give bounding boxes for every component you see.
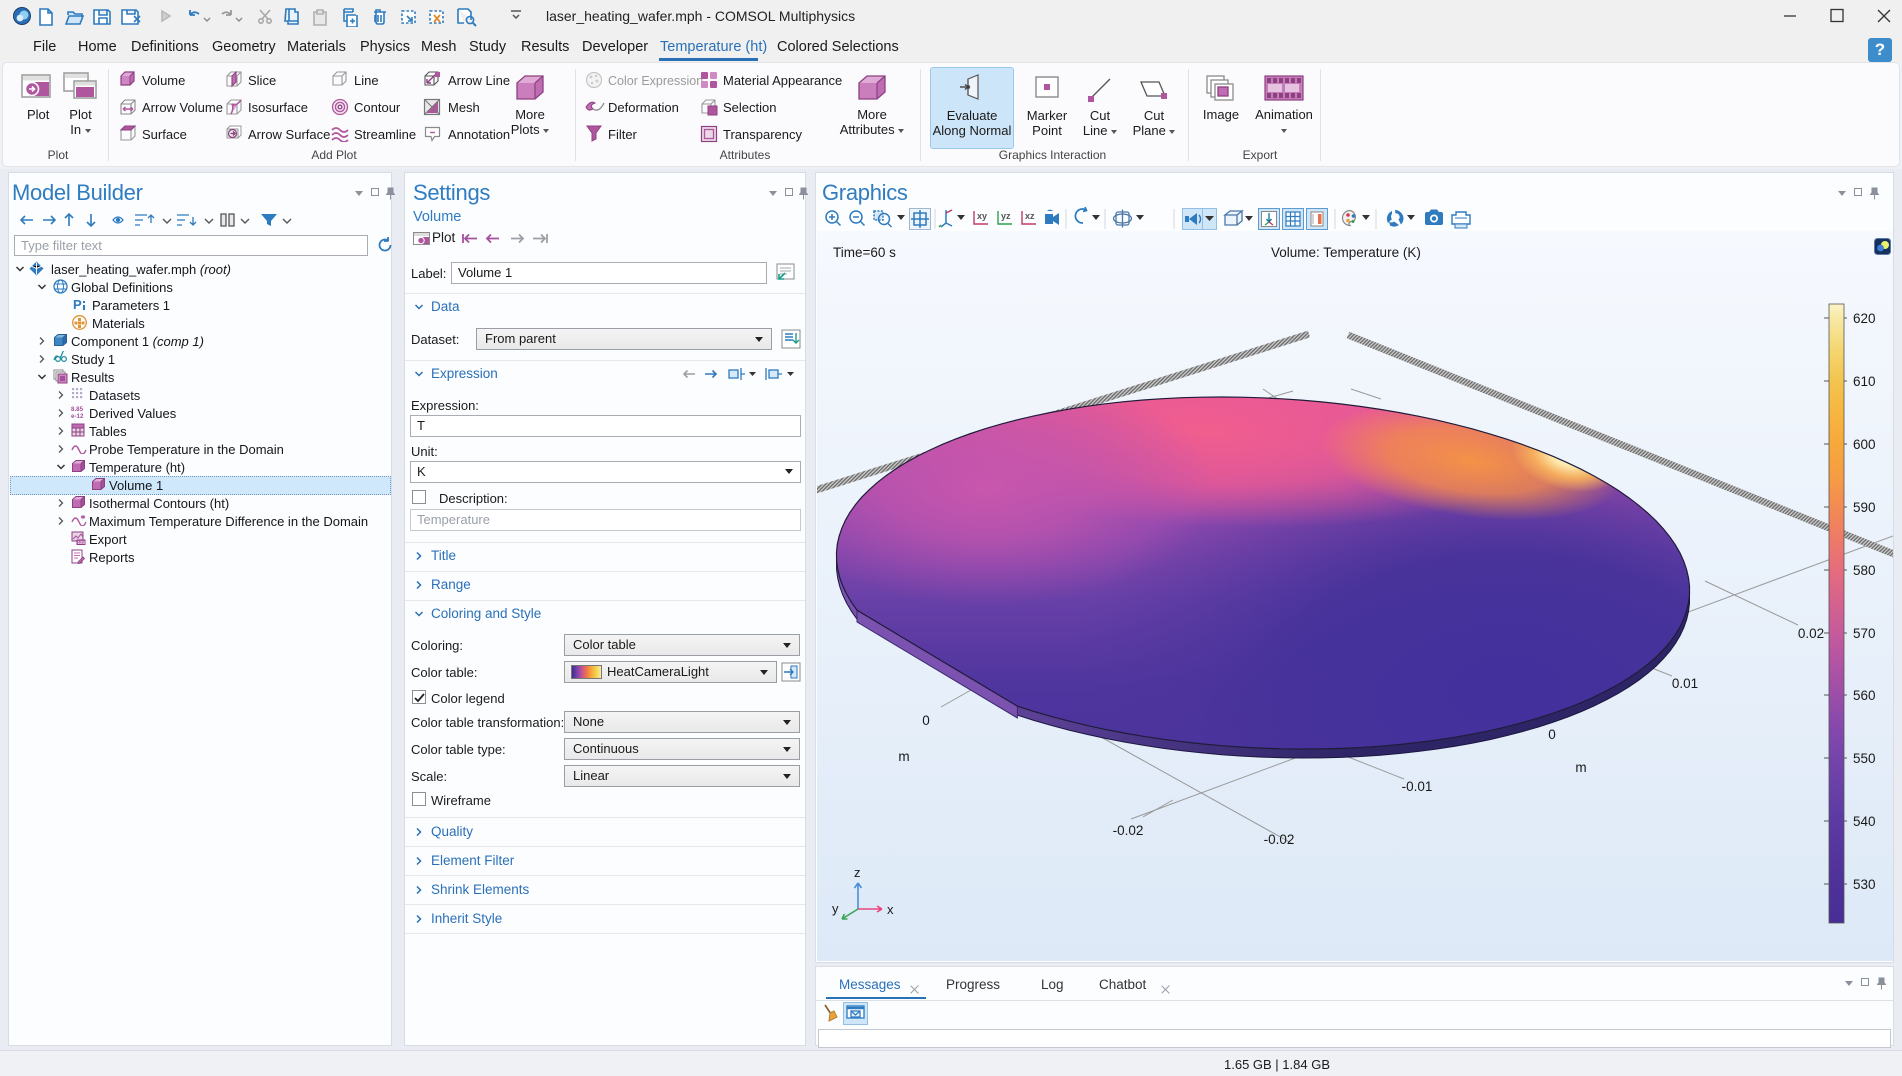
svg-text:123: 123 — [78, 540, 86, 545]
svg-text:0: 0 — [1548, 727, 1556, 742]
svg-text:e-12: e-12 — [71, 413, 84, 419]
svg-text:-0.01: -0.01 — [1402, 779, 1433, 794]
svg-text:z: z — [854, 865, 861, 880]
svg-text:530: 530 — [1853, 877, 1876, 892]
svg-text:0.02: 0.02 — [1798, 626, 1824, 641]
svg-text:0.01: 0.01 — [1672, 676, 1698, 691]
svg-text:540: 540 — [1853, 814, 1876, 829]
svg-text:yz: yz — [1001, 211, 1011, 221]
svg-text:600: 600 — [1853, 437, 1876, 452]
svg-text:560: 560 — [1853, 688, 1876, 703]
svg-text:y: y — [832, 901, 839, 916]
svg-text:620: 620 — [1853, 311, 1876, 326]
svg-text:P: P — [73, 297, 82, 312]
svg-text:-0.02: -0.02 — [1113, 823, 1144, 838]
svg-text:0: 0 — [922, 713, 930, 728]
svg-text:610: 610 — [1853, 374, 1876, 389]
svg-text:xy: xy — [977, 211, 987, 221]
svg-text:8.85: 8.85 — [71, 406, 84, 413]
svg-text:xz: xz — [1025, 211, 1035, 221]
svg-text:550: 550 — [1853, 751, 1876, 766]
svg-text:m: m — [1575, 760, 1586, 775]
svg-text:x: x — [887, 902, 894, 917]
svg-text:570: 570 — [1853, 626, 1876, 641]
svg-text:-0.02: -0.02 — [1264, 832, 1295, 847]
svg-text:m: m — [898, 749, 909, 764]
svg-text:580: 580 — [1853, 563, 1876, 578]
svg-text:590: 590 — [1853, 500, 1876, 515]
